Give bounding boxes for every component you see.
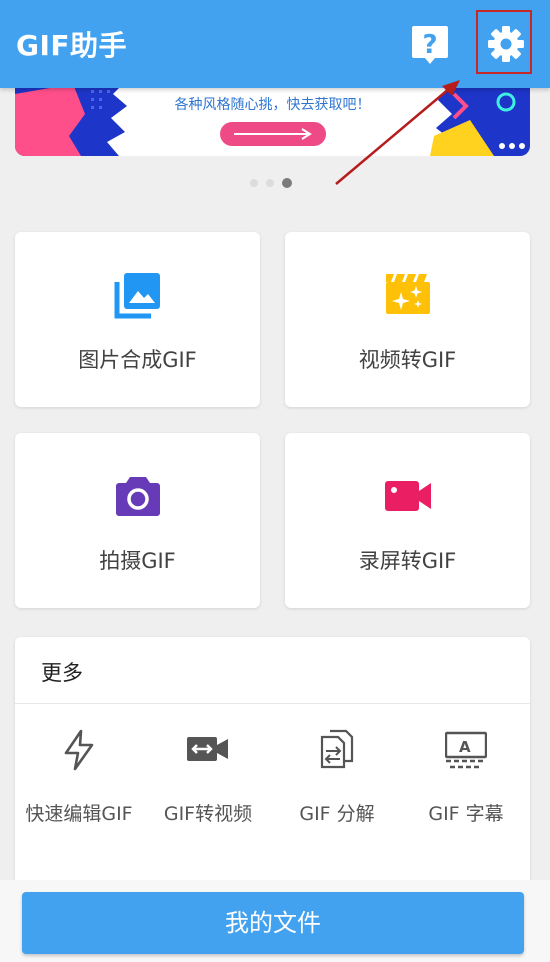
help-icon: ? [412, 26, 448, 64]
tool-gif-subtitle[interactable]: A GIF 字幕 [402, 729, 530, 839]
video-camera-icon [385, 481, 431, 511]
feature-label: 拍摄GIF [99, 549, 176, 573]
feature-card-shoot-gif[interactable]: 拍摄GIF [15, 433, 260, 608]
tool-label: GIF 分解 [299, 803, 375, 825]
svg-text:A: A [459, 738, 471, 756]
help-button[interactable]: ? [410, 24, 450, 66]
bottom-bar: 我的文件 [0, 880, 550, 962]
carousel-dot[interactable] [266, 179, 274, 187]
tool-gif-split[interactable]: GIF 分解 [273, 729, 401, 839]
feature-card-images-to-gif[interactable]: 图片合成GIF [15, 232, 260, 407]
feature-label: 视频转GIF [358, 348, 457, 372]
banner-cta-button[interactable] [220, 122, 326, 146]
svg-text:?: ? [422, 30, 437, 60]
app-bar: GIF助手 ? [0, 0, 550, 88]
tool-label: 快速编辑GIF [25, 803, 133, 825]
more-tools-card: 更多 快速编辑GIF GIF转视频 GIF 分解 A GIF 字幕 [15, 637, 530, 897]
banner-text: 各种风格随心挑，快去获取吧！ [174, 97, 371, 113]
image-gallery-icon [114, 273, 160, 319]
camera-icon [116, 477, 160, 516]
carousel-dot[interactable] [250, 179, 258, 187]
tool-gif-to-video[interactable]: GIF转视频 [144, 729, 272, 839]
app-title: GIF助手 [16, 29, 128, 62]
feature-label: 图片合成GIF [78, 348, 197, 372]
convert-video-icon [187, 737, 228, 761]
subtitle-icon: A [445, 731, 487, 769]
tool-label: GIF转视频 [163, 803, 253, 825]
divider [15, 703, 530, 704]
promo-banner[interactable]: 各种风格随心挑，快去获取吧！ [15, 84, 530, 156]
video-clapper-icon [386, 274, 430, 314]
feature-card-video-to-gif[interactable]: 视频转GIF [285, 232, 530, 407]
arrow-right-icon [234, 128, 312, 140]
feature-card-screen-record-gif[interactable]: 录屏转GIF [285, 433, 530, 608]
tool-label: GIF 字幕 [428, 803, 504, 825]
settings-button[interactable] [476, 10, 532, 74]
tool-quick-edit-gif[interactable]: 快速编辑GIF [15, 729, 143, 839]
flash-icon [64, 729, 94, 771]
gear-icon [488, 26, 524, 62]
carousel-dot-active[interactable] [282, 178, 292, 188]
my-files-button[interactable]: 我的文件 [22, 892, 524, 954]
more-section-title: 更多 [41, 661, 83, 685]
split-icon [320, 729, 354, 769]
feature-label: 录屏转GIF [358, 549, 457, 573]
